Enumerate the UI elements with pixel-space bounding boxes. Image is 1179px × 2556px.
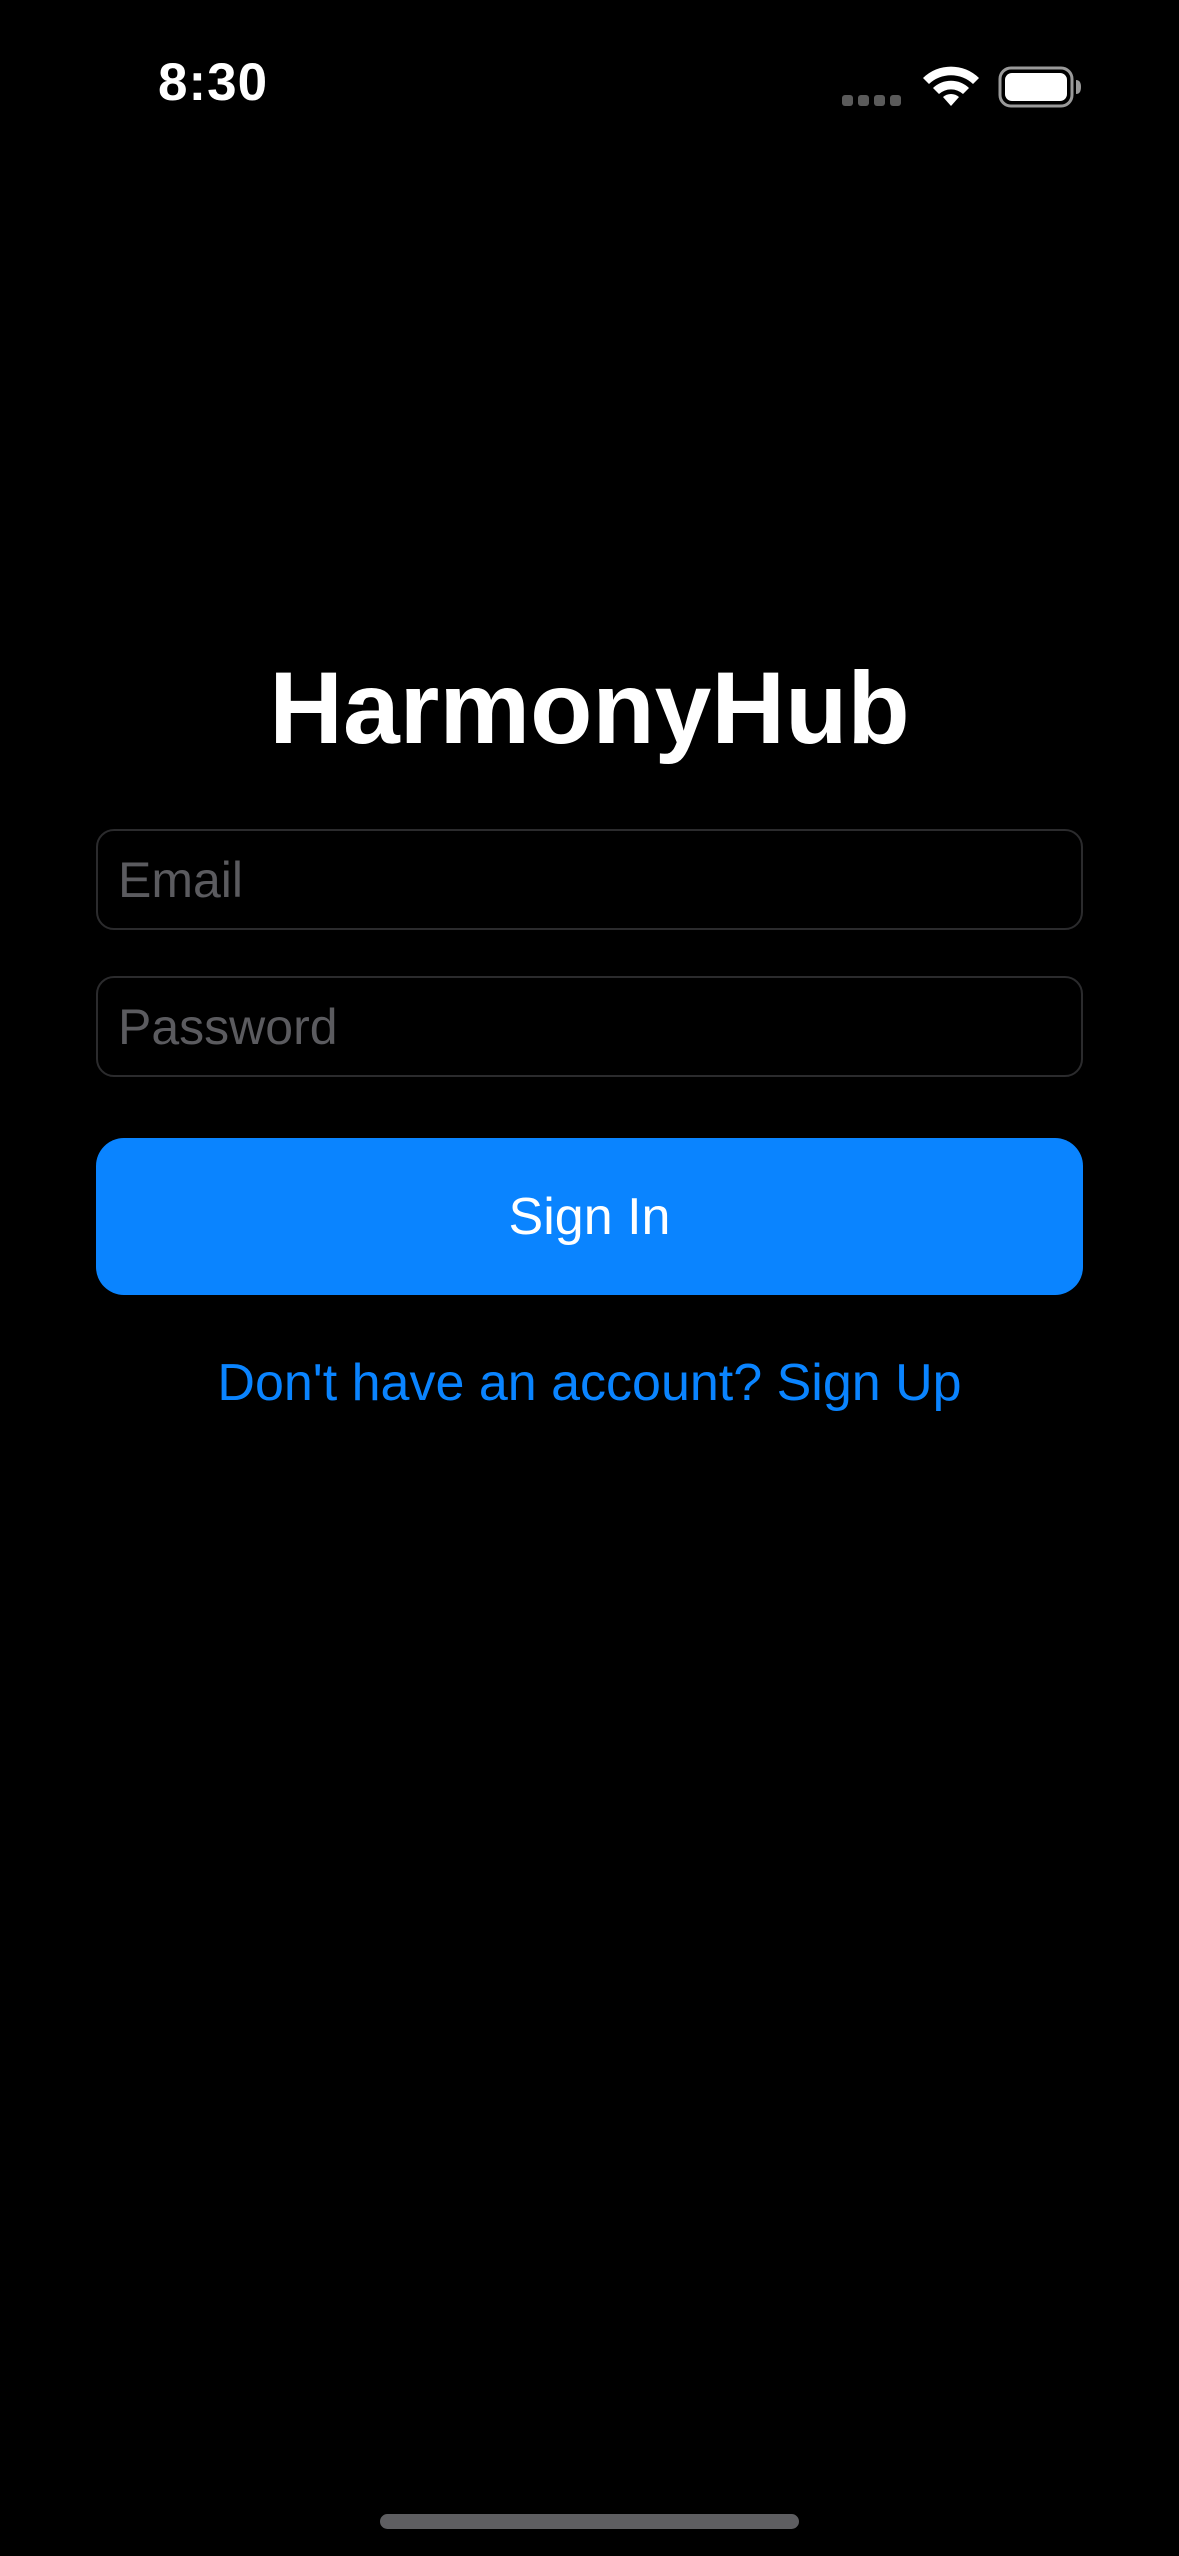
email-field[interactable]	[98, 831, 1081, 928]
battery-icon	[998, 66, 1081, 108]
cellular-signal-icon	[842, 95, 904, 107]
sign-in-button[interactable]: Sign In	[96, 1138, 1083, 1295]
status-time: 8:30	[158, 53, 269, 112]
password-field-container	[96, 976, 1083, 1077]
email-field-container	[96, 829, 1083, 930]
app-title: HarmonyHub	[269, 651, 910, 765]
home-indicator[interactable]	[380, 2514, 799, 2529]
wifi-icon	[923, 66, 979, 106]
sign-up-link[interactable]: Don't have an account? Sign Up	[0, 1353, 1179, 1413]
status-bar: 8:30	[0, 0, 1179, 175]
password-field[interactable]	[98, 978, 1081, 1075]
